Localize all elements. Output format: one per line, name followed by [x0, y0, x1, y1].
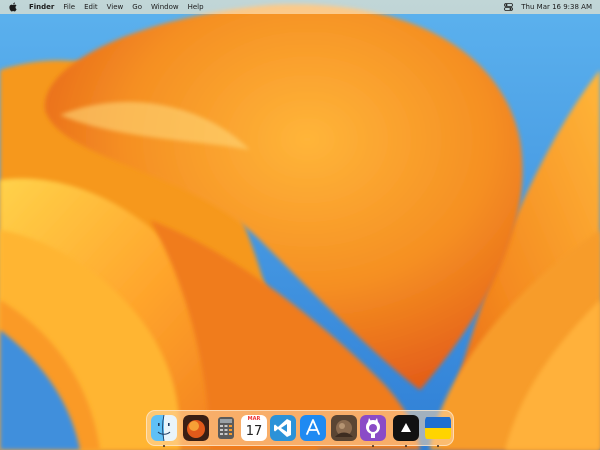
dock-item-triangle-app[interactable] [393, 415, 419, 447]
dock-item-app-store[interactable] [300, 415, 326, 441]
menu-edit[interactable]: Edit [84, 3, 98, 11]
menu-file[interactable]: File [63, 3, 75, 11]
github-desktop-icon [360, 415, 386, 441]
menu-app-name[interactable]: Finder [29, 3, 54, 11]
vscode-icon [270, 415, 296, 441]
running-indicator [163, 445, 165, 447]
calendar-day: 17 [245, 424, 263, 439]
running-indicator [405, 445, 407, 447]
dock-item-calculator[interactable] [213, 415, 239, 441]
calendar-icon: MAR 17 [241, 415, 267, 441]
desktop-wallpaper [0, 0, 600, 450]
ukraine-flag-icon [425, 415, 451, 441]
app-store-icon [300, 415, 326, 441]
finder-icon [151, 415, 177, 441]
menu-help[interactable]: Help [188, 3, 204, 11]
dock-item-ukraine-flag[interactable] [425, 415, 451, 447]
dock-item-ventura[interactable] [183, 415, 209, 441]
menu-go[interactable]: Go [132, 3, 142, 11]
calculator-icon [213, 415, 239, 441]
control-center-icon[interactable] [504, 3, 514, 11]
dock-item-finder[interactable] [151, 415, 177, 447]
running-indicator [372, 445, 374, 447]
dock-item-vscode[interactable] [270, 415, 296, 441]
dock: MAR 17 [146, 410, 454, 447]
menu-bar-clock[interactable]: Thu Mar 16 9:38 AM [521, 3, 592, 11]
menu-bar: Finder File Edit View Go Window Help Thu… [0, 0, 600, 14]
dock-item-photo-app[interactable] [331, 415, 357, 441]
menu-window[interactable]: Window [151, 3, 179, 11]
triangle-app-icon [393, 415, 419, 441]
dock-item-github-desktop[interactable] [360, 415, 386, 447]
dock-item-calendar[interactable]: MAR 17 [241, 415, 267, 441]
wallpaper-app-icon [183, 415, 209, 441]
running-indicator [437, 445, 439, 447]
menu-view[interactable]: View [107, 3, 124, 11]
photo-app-icon [331, 415, 357, 441]
apple-menu-icon[interactable] [9, 2, 17, 12]
